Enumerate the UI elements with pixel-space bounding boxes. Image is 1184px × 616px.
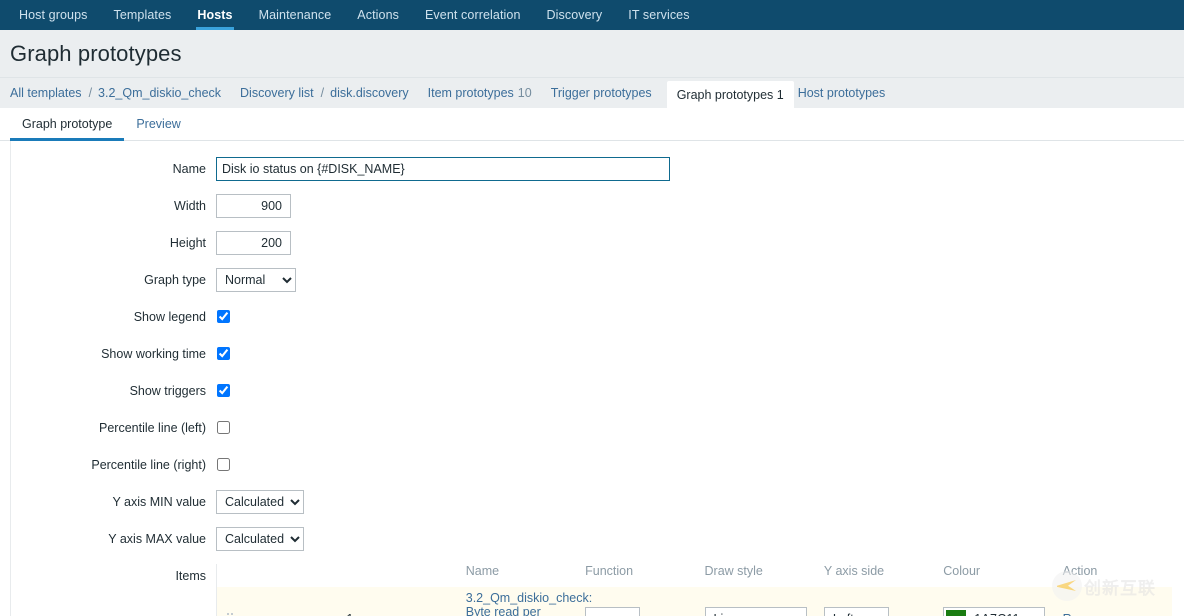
- col-index: [336, 564, 455, 587]
- y-axis-max-select[interactable]: CalculatedFixedItem: [216, 527, 304, 551]
- breadcrumb-separator-2: /: [320, 86, 325, 100]
- tab-preview[interactable]: Preview: [124, 108, 192, 140]
- width-label: Width: [174, 199, 206, 213]
- field-row-show-legend: Show legend: [11, 305, 1184, 329]
- breadcrumb-item-prototypes[interactable]: Item prototypes 10: [416, 78, 539, 108]
- table-row: 1: 3.2_Qm_diskio_check: Byte read per se…: [217, 587, 1172, 616]
- height-label: Height: [169, 236, 206, 250]
- width-input[interactable]: [216, 194, 291, 218]
- col-colour: Colour: [943, 564, 981, 578]
- drag-handle-icon[interactable]: [227, 612, 235, 616]
- nav-item-event-correlation[interactable]: Event correlation: [412, 0, 534, 30]
- breadcrumb-item-prototypes-count: 10: [517, 86, 532, 100]
- item-draw-style-select[interactable]: LineFilled regionBold lineDotDashed line…: [704, 607, 807, 616]
- field-row-percentile-right: Percentile line (right): [11, 453, 1184, 477]
- item-y-axis-side-select[interactable]: LeftRight: [823, 607, 889, 616]
- nav-item-host-groups[interactable]: Host groups: [6, 0, 101, 30]
- nav-item-discovery[interactable]: Discovery: [534, 0, 616, 30]
- field-row-graph-type: Graph type NormalStackedPieExploded: [11, 268, 1184, 292]
- name-input[interactable]: [216, 157, 670, 181]
- items-table: Name Function Draw style Y axis side Col…: [217, 564, 1172, 616]
- percentile-left-checkbox[interactable]: [217, 421, 230, 434]
- show-triggers-label: Show triggers: [129, 384, 206, 398]
- colour-swatch: [946, 610, 967, 616]
- item-colour-picker[interactable]: 1A7C11: [943, 607, 1046, 616]
- show-triggers-checkbox[interactable]: [217, 384, 230, 397]
- items-table-body: 1: 3.2_Qm_diskio_check: Byte read per se…: [217, 587, 1172, 616]
- breadcrumb-graph-prototypes: Graph prototypes 1: [666, 81, 794, 108]
- nav-item-templates[interactable]: Templates: [101, 0, 185, 30]
- col-draw-style: Draw style: [704, 564, 763, 578]
- show-legend-checkbox[interactable]: [217, 310, 230, 323]
- items-label: Items: [175, 569, 206, 583]
- graph-prototype-form: Name Width Height Graph type NormalStack…: [10, 141, 1184, 616]
- nav-item-it-services[interactable]: IT services: [615, 0, 702, 30]
- page-title: Graph prototypes: [10, 40, 182, 66]
- main-navigation: Host groups Templates Hosts Maintenance …: [0, 0, 1184, 30]
- graph-type-label: Graph type: [144, 273, 206, 287]
- nav-item-actions[interactable]: Actions: [344, 0, 412, 30]
- height-input[interactable]: [216, 231, 291, 255]
- item-index: 1:: [336, 587, 456, 616]
- page-header: Graph prototypes: [0, 30, 1184, 77]
- field-row-y-axis-min: Y axis MIN value CalculatedFixedItem: [11, 490, 1184, 514]
- breadcrumb-discovery-rule[interactable]: disk.discovery: [330, 78, 416, 108]
- field-row-show-triggers: Show triggers: [11, 379, 1184, 403]
- field-row-name: Name: [11, 157, 1184, 181]
- item-function-select[interactable]: allminavgmaxlast: [585, 607, 641, 616]
- percentile-right-label: Percentile line (right): [91, 458, 206, 472]
- field-row-show-working-time: Show working time: [11, 342, 1184, 366]
- y-axis-min-select[interactable]: CalculatedFixedItem: [216, 490, 304, 514]
- name-label: Name: [172, 162, 206, 176]
- colour-hex-value: 1A7C11: [966, 612, 1019, 616]
- show-working-time-checkbox[interactable]: [217, 347, 230, 360]
- breadcrumb-all-templates[interactable]: All templates: [10, 78, 89, 108]
- breadcrumb-trigger-prototypes[interactable]: Trigger prototypes: [539, 78, 659, 108]
- breadcrumb-host-prototypes[interactable]: Host prototypes: [798, 78, 893, 108]
- col-handle: [217, 564, 336, 587]
- y-axis-min-label: Y axis MIN value: [112, 495, 206, 509]
- nav-item-hosts[interactable]: Hosts: [184, 0, 245, 30]
- field-row-percentile-left: Percentile line (left): [11, 416, 1184, 440]
- field-row-y-axis-max: Y axis MAX value CalculatedFixedItem: [11, 527, 1184, 551]
- col-y-axis-side: Y axis side: [823, 564, 885, 578]
- breadcrumb-separator-1: /: [88, 86, 93, 100]
- field-row-height: Height: [11, 231, 1184, 255]
- col-name: Name: [465, 564, 500, 578]
- field-row-items: Items Name Function Draw style Y axis si…: [11, 564, 1184, 616]
- breadcrumb-item-prototypes-label: Item prototypes: [427, 86, 514, 100]
- remove-item-link[interactable]: Remove: [1062, 612, 1110, 616]
- breadcrumb: All templates / 3.2_Qm_diskio_check Disc…: [0, 77, 1184, 108]
- show-working-time-label: Show working time: [101, 347, 206, 361]
- field-row-width: Width: [11, 194, 1184, 218]
- col-action: Action: [1062, 564, 1098, 578]
- show-legend-label: Show legend: [133, 310, 206, 324]
- y-axis-max-label: Y axis MAX value: [108, 532, 206, 546]
- breadcrumb-template[interactable]: 3.2_Qm_diskio_check: [98, 78, 228, 108]
- graph-type-select[interactable]: NormalStackedPieExploded: [216, 268, 296, 292]
- items-table-header: Name Function Draw style Y axis side Col…: [217, 564, 1172, 587]
- breadcrumb-discovery-list[interactable]: Discovery list: [228, 78, 321, 108]
- percentile-left-label: Percentile line (left): [99, 421, 206, 435]
- tab-graph-prototype[interactable]: Graph prototype: [10, 108, 125, 141]
- nav-item-maintenance[interactable]: Maintenance: [246, 0, 345, 30]
- col-function: Function: [585, 564, 634, 578]
- percentile-right-checkbox[interactable]: [217, 458, 230, 471]
- tab-strip: Graph prototype Preview: [0, 108, 1184, 141]
- item-name-link[interactable]: 3.2_Qm_diskio_check: Byte read per secon…: [466, 591, 592, 616]
